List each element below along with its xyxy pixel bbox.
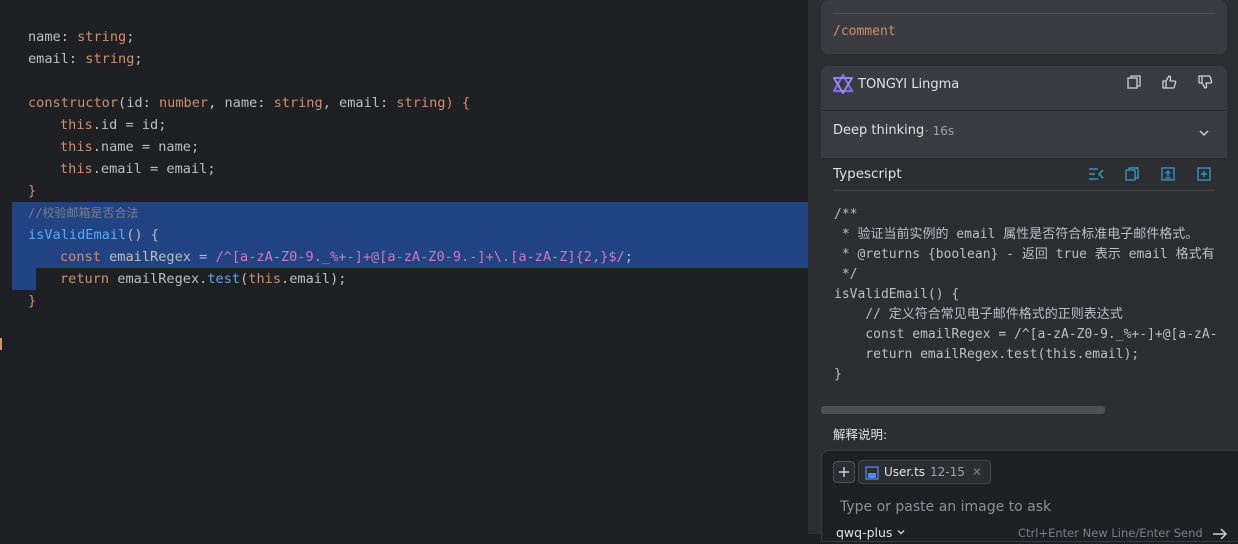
add-context-button[interactable] xyxy=(833,461,855,483)
code-line: constructor(id: number, name: string, em… xyxy=(28,95,471,111)
context-file-name: User.ts xyxy=(884,465,926,479)
context-file-range: 12-15 xyxy=(930,465,965,479)
assistant-response-card: TONGYI Lingma Deep thinking · 16s xyxy=(821,66,1227,158)
user-message-text: /comment xyxy=(833,24,896,39)
code-language-label: Typescript xyxy=(833,166,902,182)
assistant-name: TONGYI Lingma xyxy=(858,77,960,92)
code-block-line: } xyxy=(834,367,842,382)
copy-icon[interactable] xyxy=(1125,73,1143,91)
code-block-line: */ xyxy=(834,267,858,282)
code-block-header: Typescript xyxy=(821,158,1227,194)
horizontal-scrollbar[interactable] xyxy=(821,406,1105,414)
thumbs-down-icon[interactable] xyxy=(1196,73,1214,91)
code-line: } xyxy=(28,183,37,199)
explanation-heading: 解释说明: xyxy=(833,427,888,442)
code-line: this.email = email; xyxy=(60,161,216,177)
deep-thinking-label: Deep thinking xyxy=(833,123,925,138)
lingma-logo-icon xyxy=(832,72,854,95)
code-line: isValidEmail() { xyxy=(28,227,159,243)
code-line: } xyxy=(28,293,37,309)
typescript-file-icon xyxy=(865,465,879,480)
code-line: this.id = id; xyxy=(60,117,167,133)
thinking-duration: · 16s xyxy=(925,124,955,138)
code-editor[interactable]: name: string; email: string; constructor… xyxy=(0,0,808,534)
code-comment: //校验邮箱是否合法 xyxy=(28,206,139,220)
model-selector[interactable]: qwq-plus xyxy=(836,525,906,540)
code-block-line: // 定义符合常见电子邮件格式的正则表达式 xyxy=(834,307,1123,322)
insert-at-cursor-icon[interactable] xyxy=(1159,165,1177,183)
chevron-down-icon xyxy=(896,525,906,540)
code-block-line: * 验证当前实例的 email 属性是否符合标准电子邮件格式。 xyxy=(834,227,1199,242)
code-block-line: /** xyxy=(834,207,858,222)
gutter-marker xyxy=(0,338,2,350)
code-line: email: string; xyxy=(28,51,143,67)
assistant-header: TONGYI Lingma xyxy=(821,66,1227,110)
new-file-icon[interactable] xyxy=(1195,165,1213,183)
code-line: name: string; xyxy=(28,29,135,45)
chat-input-placeholder[interactable]: Type or paste an image to ask xyxy=(840,499,1051,515)
code-line: return emailRegex.test(this.email); xyxy=(60,271,347,287)
code-block[interactable]: /** * 验证当前实例的 email 属性是否符合标准电子邮件格式。 * @r… xyxy=(821,194,1227,416)
code-line: const emailRegex = /^[a-zA-Z0-9._%+-]+@[… xyxy=(60,249,633,265)
insert-diff-icon[interactable] xyxy=(1087,165,1105,183)
code-block-line: isValidEmail() { xyxy=(834,287,960,302)
code-block-line: const emailRegex = /^[a-zA-Z0-9._%+-]+@[… xyxy=(834,327,1218,342)
thumbs-up-icon[interactable] xyxy=(1160,73,1178,91)
code-header-divider xyxy=(833,190,1215,191)
user-message-card: /comment xyxy=(821,0,1227,54)
copy-code-icon[interactable] xyxy=(1123,165,1141,183)
context-file-chip[interactable]: User.ts 12-15 ✕ xyxy=(858,460,991,484)
remove-context-icon[interactable]: ✕ xyxy=(972,465,982,479)
chevron-down-icon[interactable] xyxy=(1197,125,1211,144)
code-block-line: * @returns {boolean} - 返回 true 表示 email … xyxy=(834,247,1215,262)
card-divider xyxy=(833,13,1215,14)
model-name: qwq-plus xyxy=(836,525,893,540)
send-arrow-icon[interactable] xyxy=(1212,525,1228,544)
chat-input-box[interactable]: User.ts 12-15 ✕ Type or paste an image t… xyxy=(821,450,1238,542)
code-block-line: return emailRegex.test(this.email); xyxy=(834,347,1140,362)
send-shortcut-hint: Ctrl+Enter New Line/Enter Send xyxy=(1018,526,1203,540)
deep-thinking-toggle[interactable]: Deep thinking · 16s xyxy=(821,110,1227,155)
code-line: this.name = name; xyxy=(60,139,200,155)
